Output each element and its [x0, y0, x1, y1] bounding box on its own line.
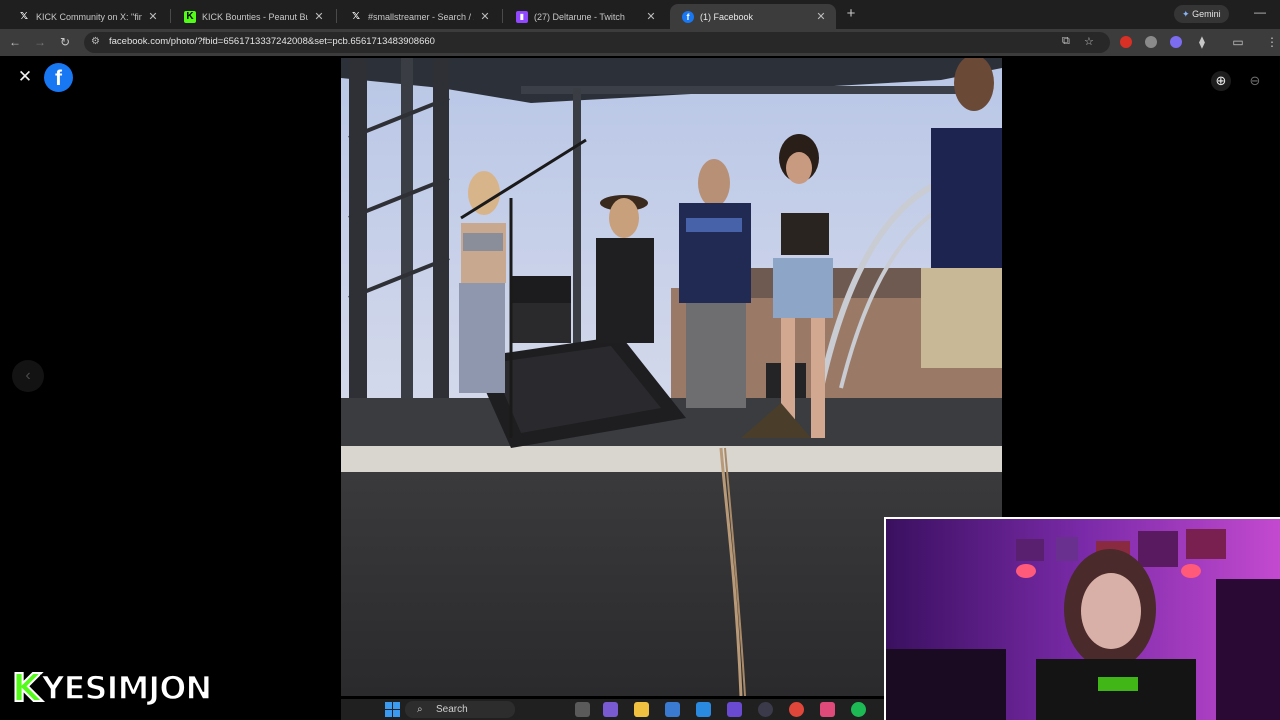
maps-pin-icon[interactable] — [820, 702, 835, 717]
taskbar-search[interactable]: ⌕ Search — [405, 701, 515, 718]
tab-separator — [336, 9, 337, 23]
tab-close-icon[interactable]: ✕ — [644, 10, 658, 23]
new-tab-button[interactable]: + — [842, 5, 860, 23]
streamer-brand-overlay: K YESIMJON — [11, 665, 213, 711]
tab-separator — [170, 9, 171, 23]
facebook-logo-icon: f — [682, 10, 694, 23]
tab-facebook[interactable]: f (1) Facebook ✕ — [670, 4, 836, 29]
tab-separator — [502, 9, 503, 23]
tab-deltarune-twitch[interactable]: ▮ (27) Deltarune - Twitch ✕ — [504, 4, 666, 29]
extensions-puzzle-icon[interactable]: ⧫ — [1194, 34, 1210, 50]
windows-taskbar: ⌕ Search — [341, 699, 884, 720]
tab-kick-bounties[interactable]: K KICK Bounties - Peanut Butter W ✕ — [172, 4, 334, 29]
profile-icon[interactable]: ⋮ — [1264, 34, 1280, 50]
gemini-label: Gemini — [1192, 9, 1221, 19]
webcam-overlay — [884, 517, 1280, 720]
copilot-icon[interactable] — [603, 702, 618, 717]
reload-button[interactable]: ↻ — [57, 34, 73, 50]
install-app-icon[interactable]: ⧉ — [1062, 35, 1070, 48]
windows-start-icon[interactable] — [385, 702, 400, 717]
site-info-icon[interactable]: ⚙ — [91, 36, 100, 47]
sparkle-icon: ✦ — [1182, 9, 1190, 19]
store-icon[interactable] — [665, 702, 680, 717]
bookmark-star-icon[interactable]: ☆ — [1084, 35, 1094, 48]
forward-button[interactable]: → — [32, 34, 48, 50]
extension-icon[interactable] — [1145, 36, 1157, 48]
search-icon: ⌕ — [417, 704, 423, 715]
tab-smallstreamer[interactable]: 𝕏 #smallstreamer - Search / X ✕ — [338, 4, 500, 29]
chevron-left-icon[interactable]: ‹ — [12, 360, 44, 392]
tab-kick-community[interactable]: 𝕏 KICK Community on X: "find ou ✕ — [6, 4, 168, 29]
mail-icon[interactable] — [696, 702, 711, 717]
kick-logo-icon: K — [184, 10, 196, 23]
twitch-logo-icon: ▮ — [516, 10, 528, 23]
x-logo-icon: 𝕏 — [351, 11, 361, 22]
facebook-logo-icon[interactable]: f — [44, 63, 73, 92]
side-panel-icon[interactable]: ▭ — [1230, 34, 1246, 50]
visual-studio-icon[interactable] — [727, 702, 742, 717]
tab-close-icon[interactable]: ✕ — [814, 10, 828, 23]
zoom-in-icon[interactable]: ⊕ — [1211, 71, 1231, 91]
tab-title: (27) Deltarune - Twitch — [534, 11, 625, 22]
chrome-icon[interactable] — [789, 702, 804, 717]
extension-icon[interactable] — [1170, 36, 1182, 48]
gemini-button[interactable]: ✦ Gemini — [1174, 5, 1229, 23]
close-icon[interactable]: ✕ — [17, 68, 33, 85]
streamer-name: YESIMJON — [41, 668, 213, 708]
tab-strip: 𝕏 KICK Community on X: "find ou ✕ K KICK… — [0, 0, 1280, 29]
minimize-window-button[interactable]: — — [1254, 5, 1266, 19]
spotify-icon[interactable] — [851, 702, 866, 717]
webcam-feed-illustration — [886, 519, 1280, 720]
tab-title: (1) Facebook — [700, 11, 754, 22]
tab-close-icon[interactable]: ✕ — [312, 10, 326, 23]
extension-icon[interactable] — [1120, 36, 1132, 48]
file-explorer-icon[interactable] — [634, 702, 649, 717]
browser-toolbar: ← → ↻ ⚙ facebook.com/photo/?fbid=6561713… — [0, 29, 1280, 56]
tab-close-icon[interactable]: ✕ — [478, 10, 492, 23]
obs-icon[interactable] — [758, 702, 773, 717]
back-button[interactable]: ← — [7, 34, 23, 50]
tab-title: KICK Bounties - Peanut Butter W — [202, 11, 308, 22]
kick-logo-icon: K — [11, 665, 43, 711]
taskbar-search-label: Search — [436, 704, 468, 715]
url-text[interactable]: facebook.com/photo/?fbid=656171333724200… — [109, 36, 435, 47]
tab-title: #smallstreamer - Search / X — [368, 11, 474, 22]
task-view-icon[interactable] — [575, 702, 590, 717]
zoom-out-icon[interactable]: ⊖ — [1245, 71, 1265, 91]
x-logo-icon: 𝕏 — [19, 11, 29, 22]
tab-close-icon[interactable]: ✕ — [146, 10, 160, 23]
tab-title: KICK Community on X: "find ou — [36, 11, 142, 22]
address-bar[interactable]: ⚙ facebook.com/photo/?fbid=6561713337242… — [84, 32, 1110, 53]
